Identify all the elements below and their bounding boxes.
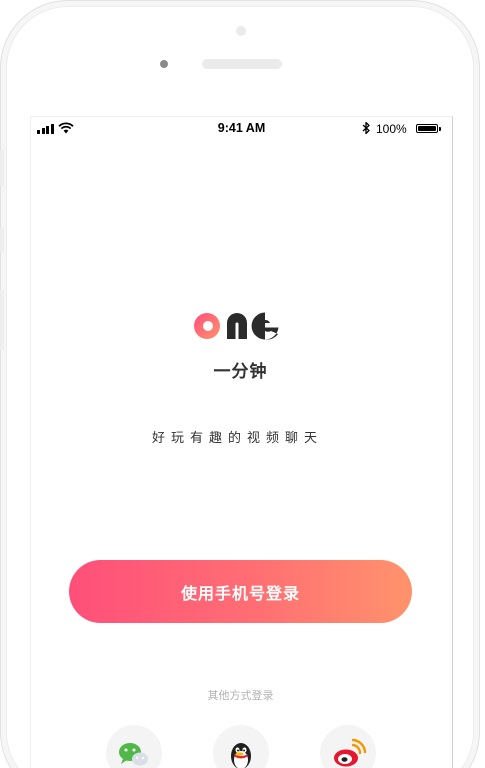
qq-login-button[interactable] — [213, 725, 269, 768]
logo-n-mark — [227, 313, 247, 339]
page: 9:41 AM 100% 一分钟 好玩有趣的视频聊天 使用手机号登录 其他方式登… — [0, 0, 485, 768]
earpiece-speaker — [202, 59, 282, 69]
other-login-methods-label: 其他方式登录 — [207, 689, 274, 702]
app-screen: 9:41 AM 100% 一分钟 好玩有趣的视频聊天 使用手机号登录 其他方式登… — [30, 116, 453, 768]
bluetooth-icon — [362, 121, 370, 135]
weibo-icon — [334, 738, 367, 767]
logo-e-mark — [251, 312, 279, 340]
weibo-login-button[interactable] — [320, 725, 376, 768]
app-tagline: 好玩有趣的视频聊天 — [151, 431, 323, 446]
phone-login-button[interactable]: 使用手机号登录 — [69, 560, 412, 623]
app-logo — [194, 312, 279, 340]
phone-login-label: 使用手机号登录 — [180, 583, 300, 603]
proximity-sensor — [236, 26, 246, 36]
battery-percentage: 100% — [376, 122, 407, 136]
mute-switch — [0, 150, 4, 186]
volume-up-button — [0, 228, 4, 252]
battery-icon — [416, 124, 438, 133]
app-name: 一分钟 — [213, 362, 268, 382]
battery-tip — [439, 127, 441, 131]
volume-down-button — [0, 290, 4, 350]
front-camera — [160, 60, 168, 68]
wechat-login-button[interactable] — [106, 725, 162, 768]
qq-icon — [231, 743, 251, 768]
status-bar: 9:41 AM 100% — [31, 117, 452, 141]
logo-o-hole — [203, 321, 213, 331]
wechat-icon — [119, 743, 148, 766]
